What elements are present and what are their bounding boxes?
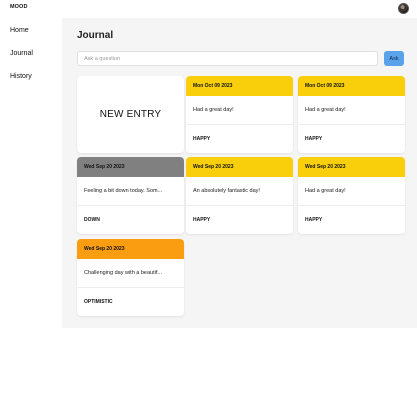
entry-card[interactable]: Wed Sep 20 2023 Had a great day! HAPPY (298, 157, 405, 234)
ask-question-input[interactable] (77, 51, 378, 66)
ask-form: Ask (77, 51, 404, 66)
new-entry-card[interactable]: NEW ENTRY (77, 76, 184, 153)
entry-summary: Had a great day! (186, 96, 293, 125)
page-title: Journal (77, 30, 114, 41)
brand-logo[interactable]: MOOD (10, 4, 28, 10)
ask-button[interactable]: Ask (384, 51, 404, 66)
entry-date: Wed Sep 20 2023 (77, 157, 184, 177)
entry-card[interactable]: Wed Sep 20 2023 Challenging day with a b… (77, 239, 184, 316)
entry-card[interactable]: Wed Sep 20 2023 Feeling a bit down today… (77, 157, 184, 234)
entry-summary: Had a great day! (298, 177, 405, 206)
entry-mood: HAPPY (305, 136, 323, 142)
sidebar-item-journal[interactable]: Journal (10, 50, 33, 57)
journal-main: Journal Ask NEW ENTRY Mon Oct 09 2023 Ha… (62, 18, 417, 328)
entry-summary: An absolutely fantastic day! (186, 177, 293, 206)
sidebar-item-history[interactable]: History (10, 73, 32, 80)
entry-mood: OPTIMISTIC (84, 299, 113, 305)
entry-date: Wed Sep 20 2023 (186, 157, 293, 177)
entry-summary: Feeling a bit down today. Som... (77, 177, 184, 206)
entry-mood: DOWN (84, 217, 100, 223)
entry-mood: HAPPY (193, 136, 211, 142)
entry-summary: Had a great day! (298, 96, 405, 125)
entry-mood: HAPPY (193, 217, 211, 223)
app-root: MOOD Home Journal History Journal Ask NE… (0, 0, 417, 401)
entry-date: Mon Oct 09 2023 (298, 76, 405, 96)
entry-mood: HAPPY (305, 217, 323, 223)
user-avatar[interactable] (398, 3, 409, 14)
new-entry-label: NEW ENTRY (99, 109, 162, 120)
sidebar-item-home[interactable]: Home (10, 27, 29, 34)
entry-date: Wed Sep 20 2023 (77, 239, 184, 259)
entry-date: Mon Oct 09 2023 (186, 76, 293, 96)
entry-card[interactable]: Mon Oct 09 2023 Had a great day! HAPPY (298, 76, 405, 153)
entry-date: Wed Sep 20 2023 (298, 157, 405, 177)
entry-summary: Challenging day with a beautif... (77, 259, 184, 288)
entry-card[interactable]: Wed Sep 20 2023 An absolutely fantastic … (186, 157, 293, 234)
entry-card[interactable]: Mon Oct 09 2023 Had a great day! HAPPY (186, 76, 293, 153)
